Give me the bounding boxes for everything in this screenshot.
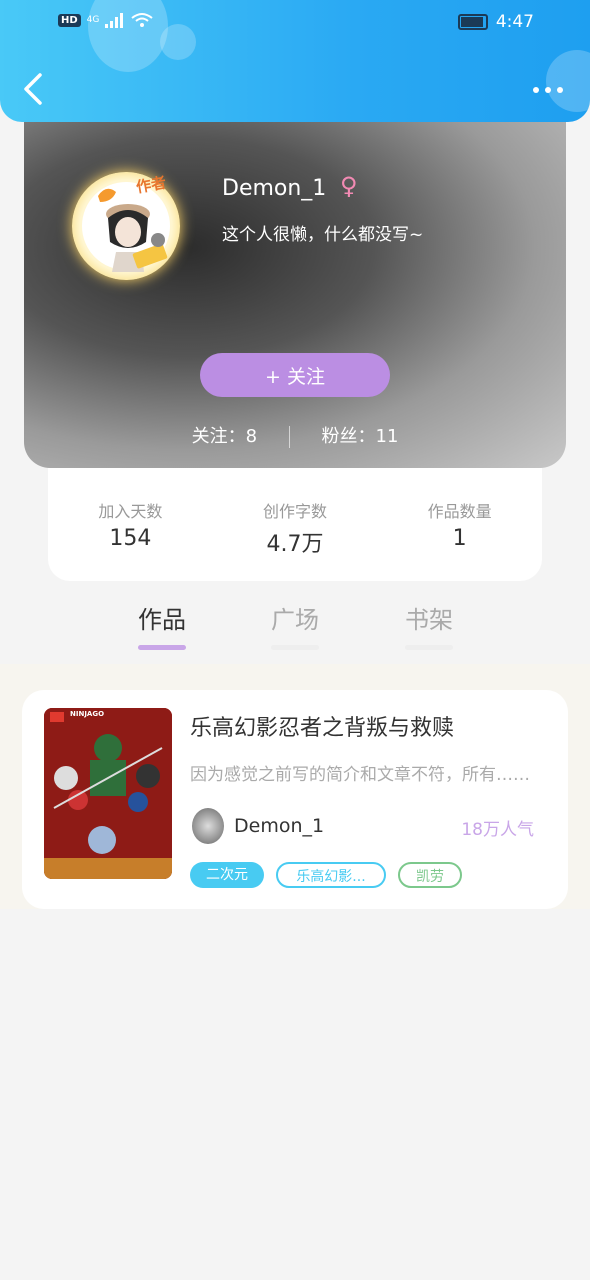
stat-value: 154 bbox=[109, 526, 152, 551]
work-card[interactable]: NINJAGO 乐高幻影忍者之背叛与救赎 因为感觉之前写的简介和文章不符，所有…… bbox=[22, 690, 568, 909]
signal-icon bbox=[105, 13, 124, 28]
top-header: HD 4G 4:47 bbox=[0, 0, 590, 122]
followers-count[interactable]: 粉丝：11 bbox=[322, 426, 399, 447]
popularity-count: 18万人气 bbox=[461, 820, 534, 840]
cover-illustration bbox=[44, 708, 172, 879]
stat-join-days: 加入天数 154 bbox=[48, 468, 213, 581]
tag-chip[interactable]: 凯劳 bbox=[398, 862, 462, 888]
chevron-left-icon bbox=[24, 73, 42, 105]
stat-label: 加入天数 bbox=[98, 502, 163, 521]
tab-works[interactable]: 作品 bbox=[122, 600, 202, 650]
more-dots-icon bbox=[533, 87, 563, 93]
network-label: 4G bbox=[86, 15, 100, 25]
tab-bar: 作品 广场 书架 bbox=[0, 600, 590, 662]
book-cover-image[interactable]: NINJAGO bbox=[44, 708, 172, 879]
bio-text: 这个人很懒，什么都没写~ bbox=[222, 225, 424, 245]
stat-works-count: 作品数量 1 bbox=[377, 468, 542, 581]
stat-label: 创作字数 bbox=[263, 502, 328, 521]
tag-list: 二次元 乐高幻影... 凯劳 bbox=[190, 862, 462, 888]
avatar[interactable]: 作者 bbox=[72, 172, 180, 280]
stat-value: 4.7万 bbox=[266, 532, 324, 557]
tab-label: 作品 bbox=[138, 606, 186, 634]
tab-label: 书架 bbox=[405, 606, 453, 634]
stat-word-count: 创作字数 4.7万 bbox=[213, 468, 378, 581]
stat-value: 1 bbox=[452, 526, 467, 551]
tab-label: 广场 bbox=[271, 606, 319, 634]
more-button[interactable] bbox=[530, 80, 566, 100]
tag-chip[interactable]: 二次元 bbox=[190, 862, 264, 888]
battery-icon bbox=[457, 14, 488, 30]
tab-square[interactable]: 广场 bbox=[255, 600, 335, 650]
following-count[interactable]: 关注：8 bbox=[192, 426, 257, 447]
author-avatar-small[interactable] bbox=[192, 808, 224, 844]
username: Demon_1 bbox=[222, 176, 327, 201]
tab-indicator bbox=[271, 645, 319, 650]
work-description: 因为感觉之前写的简介和文章不符，所有…… bbox=[190, 765, 530, 785]
profile-card: 作者 Demon_1 ♀ 这个人很懒，什么都没写~ + 关注 关注：8 粉丝：1… bbox=[24, 100, 566, 468]
tag-chip[interactable]: 乐高幻影... bbox=[276, 862, 386, 888]
author-name[interactable]: Demon_1 bbox=[234, 815, 324, 837]
stat-label: 作品数量 bbox=[427, 502, 492, 521]
female-icon: ♀ bbox=[340, 172, 358, 200]
stats-panel: 加入天数 154 创作字数 4.7万 作品数量 1 bbox=[48, 468, 542, 581]
cover-badge: NINJAGO bbox=[70, 710, 105, 718]
back-button[interactable] bbox=[20, 72, 50, 106]
follow-button[interactable]: + 关注 bbox=[200, 353, 390, 397]
hd-badge: HD bbox=[58, 13, 81, 27]
wifi-icon bbox=[131, 13, 153, 27]
status-bar: HD 4G 4:47 bbox=[0, 10, 590, 36]
follow-counts: 关注：8 粉丝：11 bbox=[24, 422, 566, 448]
work-title[interactable]: 乐高幻影忍者之背叛与救赎 bbox=[190, 710, 454, 742]
tab-indicator bbox=[405, 645, 453, 650]
tab-bookshelf[interactable]: 书架 bbox=[389, 600, 469, 650]
active-tab-indicator bbox=[138, 645, 186, 650]
divider bbox=[288, 426, 290, 448]
clock: 4:47 bbox=[495, 12, 534, 32]
